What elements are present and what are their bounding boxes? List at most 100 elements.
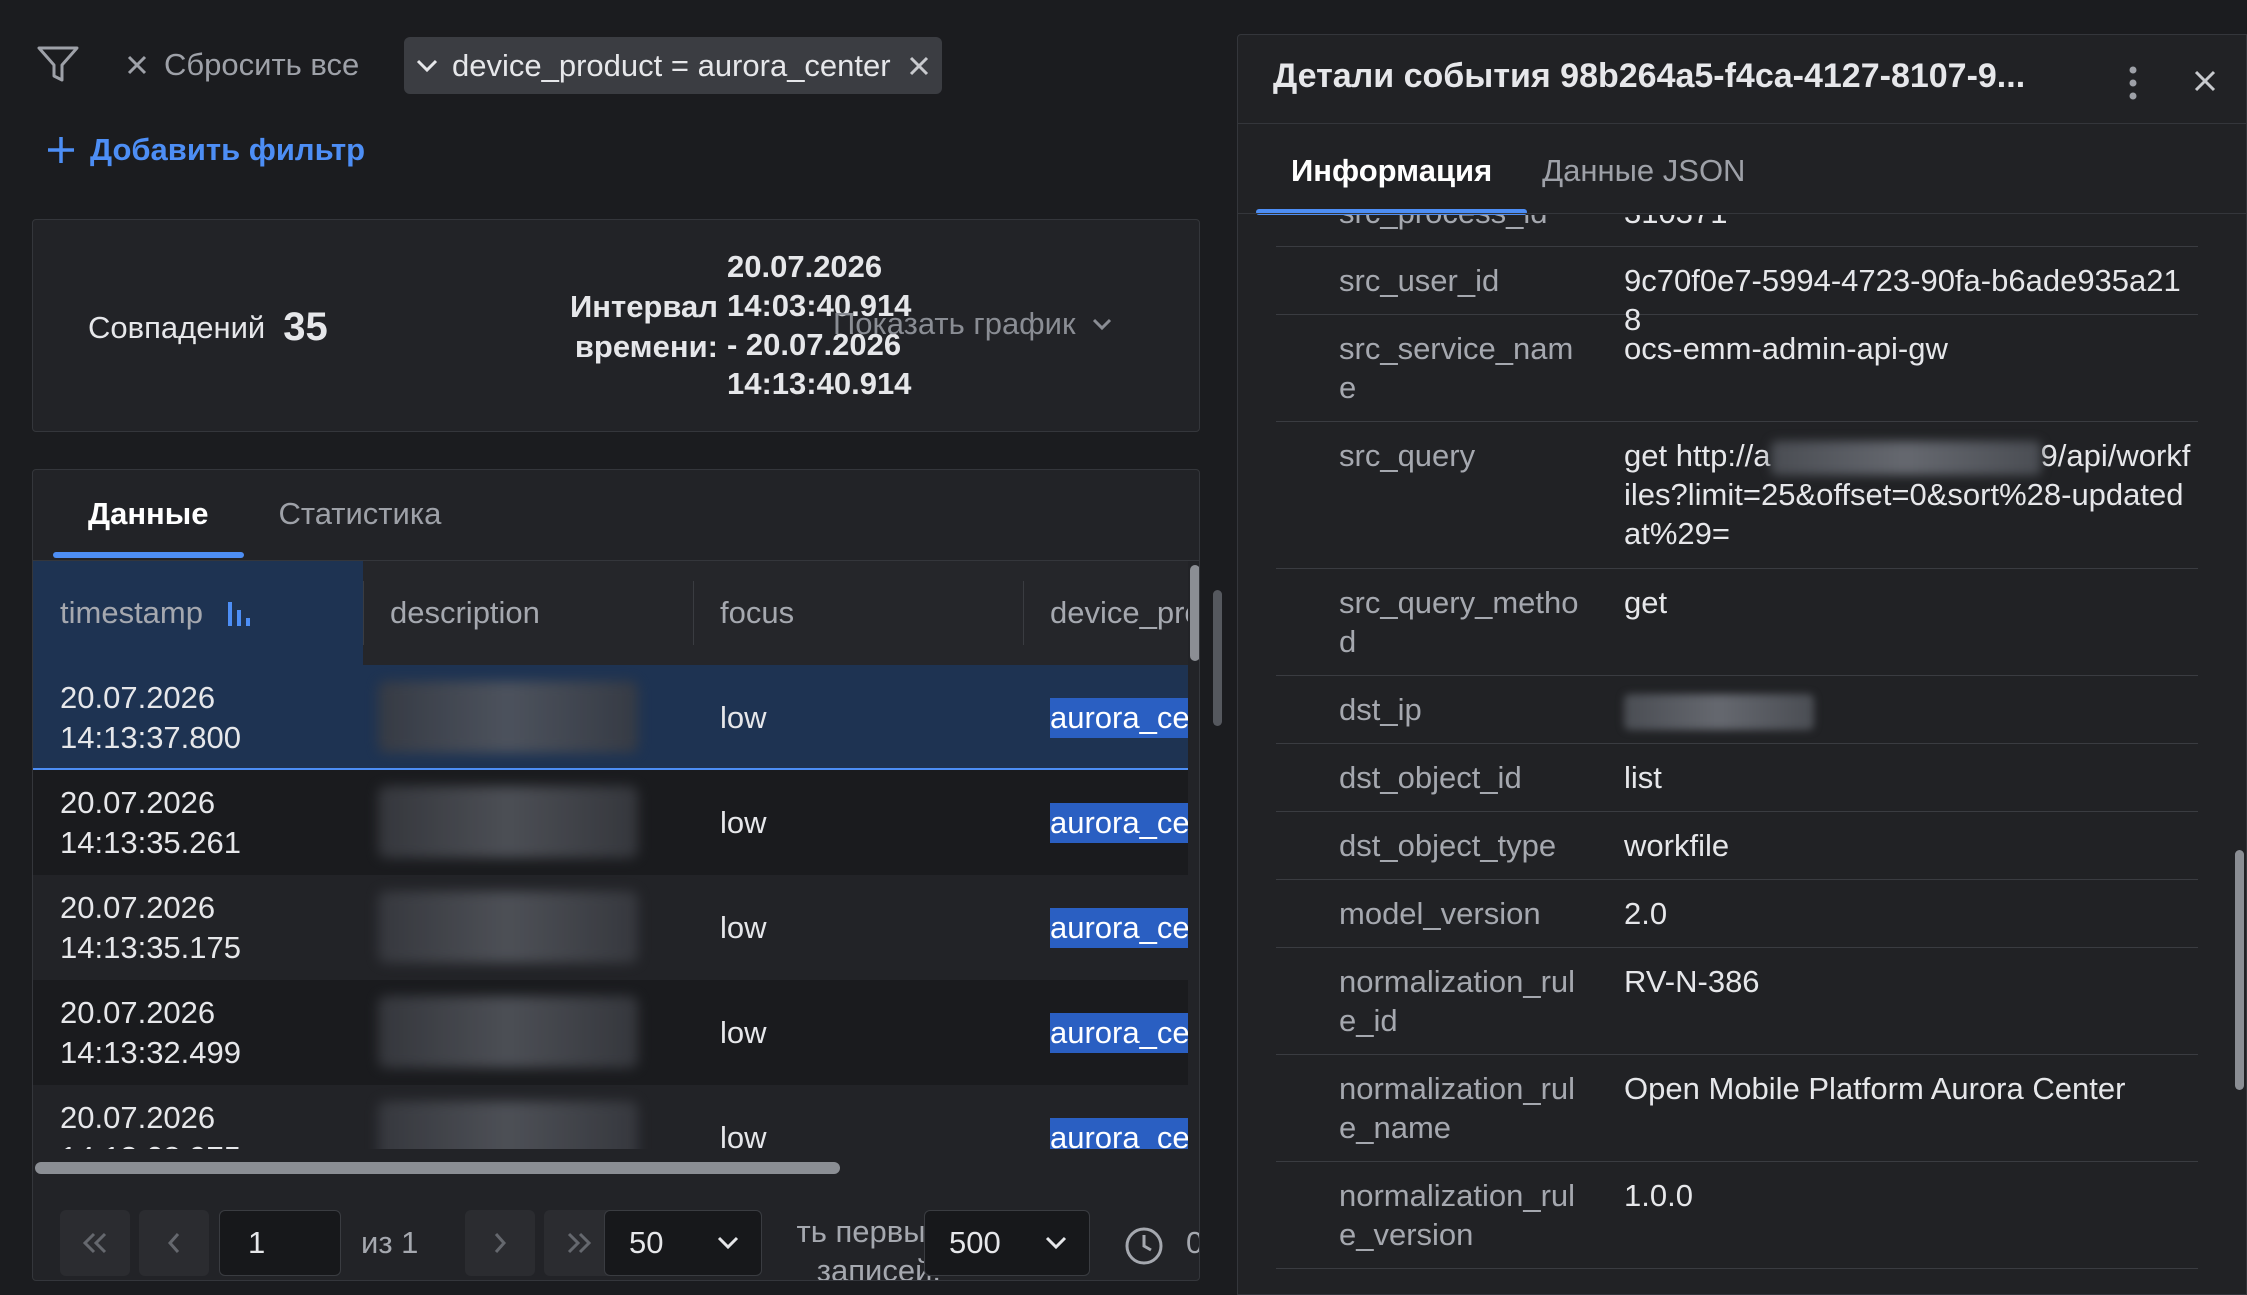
reset-all-button[interactable]: Сбросить все [126, 44, 359, 86]
first-records-label-line: записей: [816, 1253, 941, 1281]
column-header-device-product[interactable]: device_pro [1023, 561, 1188, 665]
detail-key: normalization_rule_name [1339, 1071, 1576, 1145]
detail-value: 310371 [1624, 215, 2196, 232]
interval-label-line: времени: [574, 329, 718, 364]
focus-cell: low [720, 909, 767, 945]
filter-icon[interactable] [36, 44, 80, 84]
matches-count: 35 [283, 305, 328, 349]
table-vertical-scrollbar[interactable] [1190, 565, 1199, 661]
table-row[interactable]: 20.07.2026 14:13:08.975 low aurora_ce [33, 1085, 1188, 1149]
row-date: 20.07.2026 [60, 994, 216, 1030]
matches-summary: Совпадений 35 [88, 305, 328, 350]
page-scrollbar[interactable] [1213, 590, 1222, 726]
redacted-description [378, 681, 638, 753]
detail-value: get [1624, 585, 1668, 620]
chevron-left-icon [166, 1231, 182, 1255]
detail-value: RV-N-386 [1624, 964, 1760, 999]
device-product-cell: aurora_ce [1023, 770, 1188, 875]
sort-icon[interactable] [225, 598, 255, 628]
show-graph-button[interactable]: Показать график [833, 306, 1112, 342]
redacted-description [378, 786, 638, 858]
column-header-description[interactable]: description [363, 561, 693, 665]
matches-label: Совпадений [88, 309, 266, 345]
detail-key: src_query [1339, 438, 1476, 473]
details-scrollbar[interactable] [2235, 850, 2244, 1090]
first-records-label-line: ть первых [796, 1214, 941, 1249]
prev-page-button[interactable] [139, 1210, 209, 1276]
detail-row: src_service_name ocs-emm-admin-api-gw [1276, 315, 2198, 422]
table-row[interactable]: 20.07.2026 14:13:37.800 low aurora_ce [33, 665, 1188, 770]
detail-value: 2.0 [1624, 896, 1668, 931]
details-field-list: src_process_id 310371 src_user_id 9c70f0… [1276, 215, 2222, 1294]
timer-value: 0 [1186, 1210, 1199, 1276]
highlighted-value: aurora_ce [1050, 802, 1188, 843]
detail-key: dst_object_id [1339, 760, 1522, 795]
focus-cell: low [720, 1014, 767, 1050]
table-row[interactable]: 20.07.2026 14:13:35.261 low aurora_ce [33, 770, 1188, 875]
table-row[interactable]: 20.07.2026 14:13:35.175 low aurora_ce [33, 875, 1188, 980]
active-filter-chip[interactable]: device_product = aurora_center [404, 37, 942, 94]
chevron-down-icon[interactable] [416, 59, 438, 73]
query-prefix: get http://a [1624, 438, 1771, 473]
interval-line: 14:13:40.914 [727, 366, 912, 401]
show-graph-label: Показать график [833, 306, 1076, 341]
tab-statistics[interactable]: Статистика [244, 470, 477, 558]
device-product-cell: aurora_ce [1023, 980, 1188, 1085]
pagination-bar: 1 из 1 50 ть первых записей: 500 0 [33, 1188, 1199, 1281]
close-icon[interactable] [2193, 69, 2217, 93]
row-time: 14:13:35.175 [60, 929, 242, 965]
detail-row: normalization_rule_id RV-N-386 [1276, 948, 2198, 1055]
page-number-input[interactable]: 1 [219, 1210, 341, 1276]
row-time: 14:13:35.261 [60, 824, 242, 860]
column-title: timestamp [60, 595, 203, 630]
detail-row: dst_ip [1276, 676, 2198, 744]
detail-key: src_query_method [1339, 585, 1579, 659]
detail-row: dst_object_id list [1276, 744, 2198, 812]
redacted-ip [1624, 693, 1814, 730]
detail-row: src_user_id 9c70f0e7-5994-4723-90fa-b6ad… [1276, 247, 2198, 337]
detail-row: dst_object_type workfile [1276, 812, 2198, 880]
interval-label-line: Интервал [570, 289, 718, 324]
clock-icon[interactable] [1123, 1225, 1165, 1267]
row-date: 20.07.2026 [60, 889, 216, 925]
interval-line: 20.07.2026 [727, 249, 883, 284]
first-records-select[interactable]: 500 [924, 1210, 1090, 1276]
remove-filter-icon[interactable] [908, 55, 930, 77]
detail-key: model_version [1339, 896, 1541, 931]
detail-value: workfile [1624, 828, 1730, 863]
detail-key: src_process_id [1339, 215, 1579, 232]
tab-json-data[interactable]: Данные JSON [1527, 127, 1760, 215]
table-horizontal-scrollbar[interactable] [35, 1162, 840, 1174]
column-header-timestamp[interactable]: timestamp [33, 561, 363, 665]
detail-key: dst_ip [1339, 692, 1422, 727]
highlighted-value: aurora_ce [1050, 697, 1188, 738]
highlighted-value: aurora_ce [1050, 907, 1188, 948]
detail-key: dst_object_type [1339, 828, 1557, 863]
detail-row: normalization_rule_name Open Mobile Plat… [1276, 1055, 2198, 1162]
tab-information[interactable]: Информация [1256, 127, 1528, 215]
column-header-focus[interactable]: focus [693, 561, 1023, 665]
detail-value: list [1624, 760, 1662, 795]
timestamp-cell: 20.07.2026 14:13:35.261 [33, 770, 333, 875]
more-vertical-icon[interactable] [2128, 65, 2138, 101]
events-table: timestamp description focus device_pro 2… [33, 561, 1188, 1149]
redacted-description [378, 1101, 638, 1149]
first-page-button[interactable] [60, 1210, 130, 1276]
filter-chip-label: device_product = aurora_center [452, 47, 891, 83]
row-date: 20.07.2026 [60, 1099, 216, 1135]
chevron-down-icon [717, 1236, 739, 1250]
page-size-select[interactable]: 50 [604, 1210, 762, 1276]
reset-all-label: Сбросить все [164, 47, 360, 82]
detail-key: normalization_rule_version [1339, 1178, 1576, 1252]
detail-row: src_query_method get [1276, 569, 2198, 676]
highlighted-value: aurora_ce [1050, 1117, 1188, 1149]
timestamp-cell: 20.07.2026 14:13:08.975 [33, 1085, 333, 1150]
table-row[interactable]: 20.07.2026 14:13:32.499 low aurora_ce [33, 980, 1188, 1085]
device-product-cell: aurora_ce [1023, 875, 1188, 980]
detail-key: normalization_rule_id [1339, 964, 1576, 1038]
add-filter-button[interactable]: Добавить фильтр [46, 132, 365, 168]
details-tabs: Информация Данные JSON [1256, 127, 1760, 215]
next-page-button[interactable] [465, 1210, 535, 1276]
tab-data[interactable]: Данные [53, 470, 244, 558]
interval-label: Интервал времени: [570, 287, 718, 367]
